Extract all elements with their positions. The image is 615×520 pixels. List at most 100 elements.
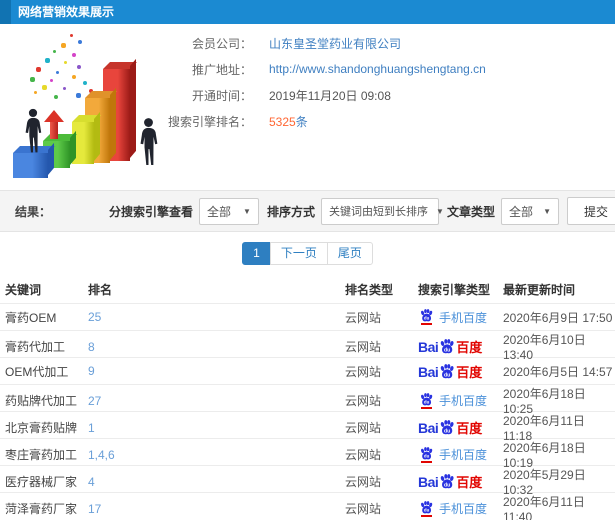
rank-type-cell: 云网站 <box>345 364 382 379</box>
keyword-cell: 医疗器械厂家 <box>5 475 78 489</box>
table-body: 膏药OEM 25 云网站 du 手机百度 du 2020年6月9日 17:50 … <box>0 303 615 520</box>
rank-link[interactable]: 1,4,6 <box>88 448 345 462</box>
baidu-red-underline <box>420 323 432 325</box>
engine-cell: du 手机百度 du <box>418 500 503 517</box>
baidu-bai-wordmark: Bai <box>418 420 439 436</box>
submit-button[interactable]: 提交 <box>567 197 615 225</box>
rank-link[interactable]: 27 <box>88 394 345 408</box>
table-header-row: 关键词 排名 排名类型 搜索引擎类型 最新更新时间 <box>0 275 615 303</box>
mobile-baidu-label: 手机百度 <box>439 310 488 325</box>
baidu-red-underline <box>420 406 432 409</box>
baidu-bai-wordmark: Bai <box>418 363 439 380</box>
result-label: 结果： <box>15 204 52 219</box>
rank-link[interactable]: 8 <box>88 340 345 354</box>
sort-filter-select[interactable]: 关键词由短到长排序 ▼ <box>320 197 444 225</box>
table-row: 菏泽膏药厂家 17 云网站 du 手机百度 du 2020年6月11日 11:4… <box>0 492 615 520</box>
baidu-paw-icon: du <box>439 474 455 489</box>
table-row: 枣庄膏药加工 1,4,6 云网站 du 手机百度 du 2020年6月18日 1… <box>0 438 615 470</box>
baidu-cn-wordmark: 百度 <box>456 421 483 436</box>
keyword-cell: 枣庄膏药加工 <box>5 448 78 462</box>
chevron-down-icon: ▼ <box>543 206 551 216</box>
updated-time-cell: 2020年6月9日 17:50 <box>503 310 613 325</box>
mobile-baidu-logo: du 手机百度 <box>418 309 503 326</box>
keyword-cell: 北京膏药贴牌 <box>5 421 78 435</box>
engine-cell: du 手机百度 du <box>418 309 503 326</box>
promotion-url-link[interactable]: http://www.shandonghuangshengtang.cn <box>269 62 486 76</box>
keyword-cell: OEM代加工 <box>5 364 69 379</box>
businessman-right <box>137 116 160 168</box>
bar-blue <box>13 153 48 178</box>
rank-link[interactable]: 4 <box>88 475 345 489</box>
baidu-paw-icon: du <box>418 446 434 463</box>
engine-cell: du Bai du 百度 <box>418 363 503 380</box>
updated-time-cell: 2020年6月10日 13:40 <box>503 333 586 362</box>
sort-filter-value: 关键词由短到长排序 <box>328 206 428 218</box>
baidu-logo: Bai du 百度 <box>418 474 503 489</box>
svg-text:du: du <box>444 428 450 434</box>
page: 网络营销效果展示 会员公司： 山东皇圣堂药业有限公司 推广地址： http://… <box>0 0 615 520</box>
baidu-red-underline <box>420 514 432 517</box>
baidu-logo: Bai du 百度 <box>418 363 503 380</box>
svg-text:du: du <box>444 347 450 353</box>
engine-cell: du 手机百度 du <box>418 446 503 463</box>
mobile-baidu-label: 手机百度 <box>439 502 488 516</box>
rank-type-cell: 云网站 <box>345 421 382 435</box>
pagination: 1 下一页 尾页 <box>242 242 373 265</box>
rank-link[interactable]: 1 <box>88 421 345 435</box>
baidu-cn-wordmark: 百度 <box>456 340 483 355</box>
ranking-count-suffix: 条 <box>295 114 308 129</box>
header-accent <box>0 0 11 24</box>
engine-cell: du Bai du 百度 <box>418 420 503 435</box>
pagination-zone: 1 下一页 尾页 <box>0 232 615 275</box>
ranking-count-value[interactable]: 5325条 <box>269 113 308 130</box>
article-type-select[interactable]: 全部 ▼ <box>501 197 559 225</box>
baidu-paw-icon: du <box>418 392 434 409</box>
article-type-label: 文章类型 <box>446 204 495 219</box>
field-url: 推广地址： http://www.shandonghuangshengtang.… <box>160 56 610 82</box>
baidu-cn-wordmark: 百度 <box>456 364 483 380</box>
header-bar: 网络营销效果展示 <box>0 0 615 24</box>
table-row: 医疗器械厂家 4 云网站 du Bai du 百度 2020年5月29日 10:… <box>0 465 615 497</box>
baidu-paw-icon: du <box>418 309 434 325</box>
rank-type-cell: 云网站 <box>345 475 382 489</box>
engine-cell: du Bai du 百度 <box>418 474 503 489</box>
filter-bar: 结果： 分搜索引擎查看 全部 ▼ 排序方式 关键词由短到长排序 ▼ 文章类型 全… <box>0 190 615 232</box>
field-ranking-count: 搜索引擎排名： 5325条 <box>160 108 610 134</box>
ranking-count-number: 5325 <box>269 114 296 129</box>
mobile-baidu-logo: du 手机百度 <box>418 446 503 463</box>
keyword-cell: 膏药代加工 <box>5 340 66 354</box>
field-ranking-count-label: 搜索引擎排名： <box>167 114 252 129</box>
company-name-link[interactable]: 山东皇圣堂药业有限公司 <box>269 35 401 52</box>
article-type-value: 全部 <box>509 204 534 219</box>
mobile-baidu-logo: du 手机百度 <box>418 500 503 517</box>
baidu-red-underline <box>420 460 432 463</box>
keyword-cell: 药贴牌代加工 <box>5 394 78 408</box>
engine-cell: du 手机百度 du <box>418 392 503 409</box>
rank-link[interactable]: 9 <box>88 364 345 378</box>
baidu-bai-wordmark: Bai <box>418 339 439 355</box>
rank-link[interactable]: 25 <box>88 310 345 324</box>
col-rank: 排名 <box>88 282 113 297</box>
table-row: 北京膏药贴牌 1 云网站 du Bai du 百度 2020年6月11日 11:… <box>0 411 615 443</box>
growth-chart-illustration <box>6 28 184 186</box>
field-company-label: 会员公司： <box>191 36 252 51</box>
baidu-paw-icon: du <box>439 420 455 435</box>
last-page-button[interactable]: 尾页 <box>326 242 373 265</box>
rank-type-cell: 云网站 <box>345 310 382 325</box>
updated-time-cell: 2020年6月11日 11:40 <box>503 495 585 520</box>
svg-text:du: du <box>423 453 429 458</box>
svg-text:du: du <box>444 372 450 378</box>
rank-type-cell: 云网站 <box>345 340 382 354</box>
engine-filter-value: 全部 <box>206 204 231 219</box>
mobile-baidu-label: 手机百度 <box>439 394 488 408</box>
table-row: 膏药OEM 25 云网站 du 手机百度 du 2020年6月9日 17:50 <box>0 303 615 330</box>
page-1-button[interactable]: 1 <box>242 242 271 265</box>
chevron-down-icon: ▼ <box>243 206 251 216</box>
rank-link[interactable]: 17 <box>88 502 345 516</box>
businessman-left <box>22 108 44 154</box>
next-page-button[interactable]: 下一页 <box>269 242 328 265</box>
open-time-value: 2019年11月20日 09:08 <box>269 88 391 103</box>
engine-filter-select[interactable]: 全部 ▼ <box>198 197 259 225</box>
keyword-cell: 菏泽膏药厂家 <box>5 502 78 516</box>
updated-time-cell: 2020年6月5日 14:57 <box>503 364 613 379</box>
